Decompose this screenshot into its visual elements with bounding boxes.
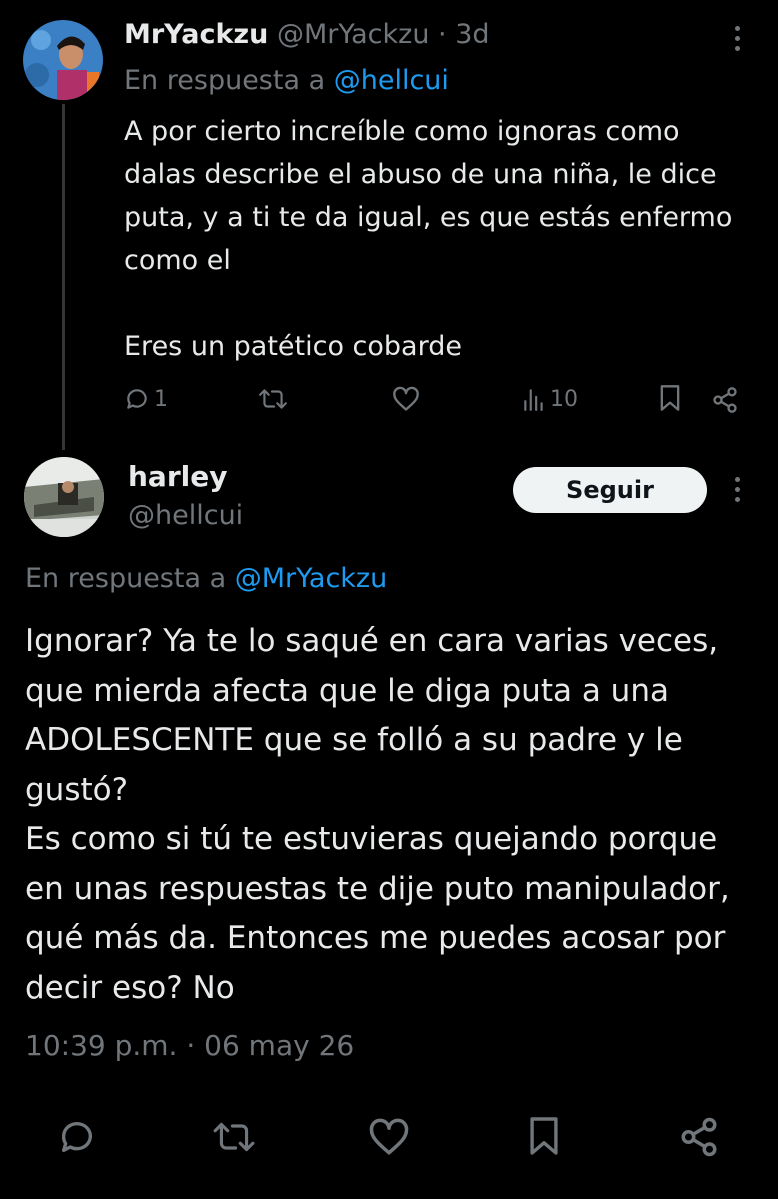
- thread-line: [62, 104, 65, 450]
- more-icon[interactable]: [735, 26, 740, 51]
- share-button[interactable]: [711, 386, 739, 414]
- bookmark-icon: [660, 385, 680, 411]
- reply-button[interactable]: [57, 1117, 97, 1157]
- reply-tweet-text: A por cierto increíble como ignoras como…: [124, 116, 733, 362]
- retweet-button[interactable]: [212, 1117, 256, 1157]
- tweet-timestamp[interactable]: 10:39 p.m. · 06 may 26: [25, 1027, 354, 1065]
- main-replying-to: En respuesta a @MrYackzu: [25, 560, 387, 598]
- bookmark-icon: [530, 1117, 558, 1155]
- reply-tweet-header: MrYackzu @MrYackzu · 3d: [124, 16, 490, 54]
- retweet-icon: [213, 1122, 255, 1152]
- separator: ·: [438, 19, 447, 50]
- views-button[interactable]: 10: [522, 386, 578, 412]
- share-icon: [681, 1117, 717, 1157]
- views-count: 10: [550, 386, 578, 412]
- avatar-harley[interactable]: [24, 457, 104, 537]
- reply-button[interactable]: 1: [124, 386, 168, 412]
- follow-button[interactable]: Seguir: [513, 467, 707, 513]
- main-handle[interactable]: @hellcui: [128, 497, 243, 535]
- reply-count: 1: [154, 386, 168, 412]
- share-icon: [713, 387, 737, 413]
- tweet-age[interactable]: 3d: [455, 19, 489, 50]
- like-button[interactable]: [368, 1117, 410, 1157]
- reply-icon: [61, 1122, 92, 1152]
- share-button[interactable]: [678, 1116, 720, 1158]
- replying-to-handle[interactable]: @MrYackzu: [235, 563, 387, 594]
- handle[interactable]: @MrYackzu: [277, 19, 429, 50]
- retweet-button[interactable]: [258, 386, 288, 412]
- replying-to: En respuesta a @hellcui: [124, 62, 449, 100]
- avatar-mryackzu[interactable]: [23, 20, 103, 100]
- more-icon[interactable]: [735, 477, 740, 502]
- like-button[interactable]: [392, 386, 420, 412]
- retweet-icon: [259, 389, 287, 409]
- reply-icon: [127, 389, 147, 409]
- replying-to-prefix: En respuesta a: [25, 563, 227, 594]
- views-icon: [524, 389, 543, 411]
- main-display-name[interactable]: harley: [128, 458, 227, 496]
- display-name[interactable]: MrYackzu: [124, 19, 268, 50]
- bookmark-button[interactable]: [658, 384, 682, 412]
- replying-to-handle[interactable]: @hellcui: [334, 65, 449, 96]
- main-tweet-text: Ignorar? Ya te lo saqué en cara varias v…: [25, 623, 730, 1006]
- replying-to-prefix: En respuesta a: [124, 65, 326, 96]
- like-icon: [393, 386, 419, 411]
- bookmark-button[interactable]: [527, 1115, 561, 1157]
- like-icon: [369, 1118, 409, 1155]
